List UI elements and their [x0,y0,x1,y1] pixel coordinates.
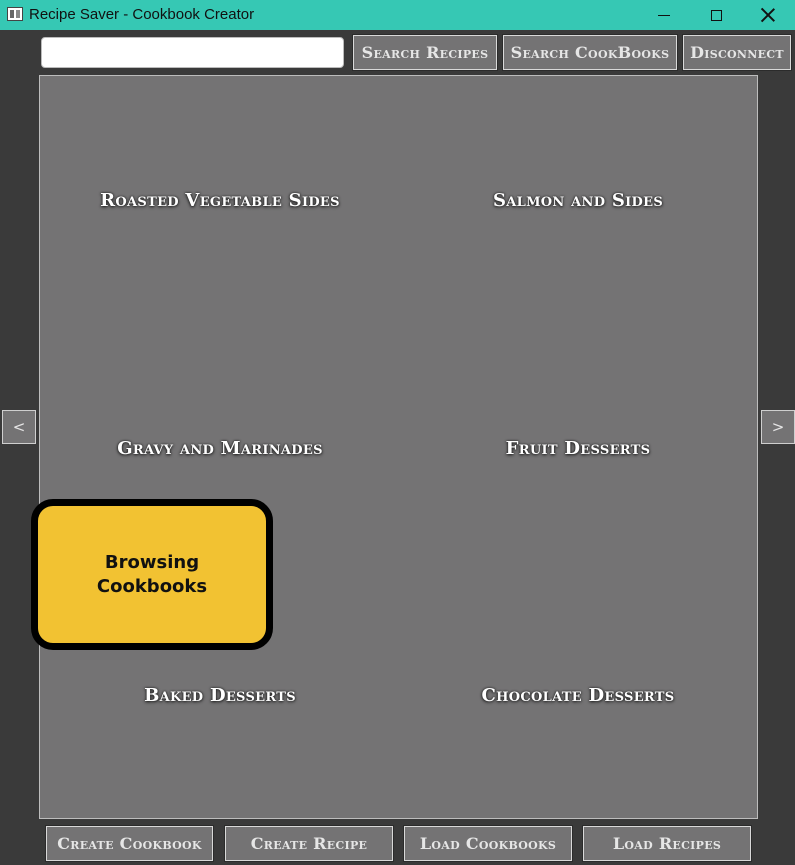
close-button[interactable] [745,0,791,30]
app-icon [7,7,23,21]
search-input[interactable] [41,37,344,68]
cookbook-item[interactable]: Roasted Vegetable Sides [70,190,370,211]
search-cookbooks-button[interactable]: Search CookBooks [502,34,678,71]
title-bar: Recipe Saver - Cookbook Creator [0,0,795,30]
window-title: Recipe Saver - Cookbook Creator [29,6,255,23]
load-recipes-button[interactable]: Load Recipes [582,825,752,862]
cookbook-item[interactable]: Baked Desserts [70,685,370,706]
cookbook-grid: Roasted Vegetable Sides Salmon and Sides… [39,75,758,819]
cookbook-item[interactable]: Salmon and Sides [428,190,728,211]
maximize-button[interactable] [693,0,739,30]
cookbook-item[interactable]: Chocolate Desserts [428,685,728,706]
minimize-icon [658,14,670,16]
disconnect-button[interactable]: Disconnect [682,34,792,71]
cookbook-item[interactable]: Fruit Desserts [428,438,728,459]
minimize-button[interactable] [641,0,687,30]
next-page-button[interactable]: > [761,410,795,444]
maximize-icon [710,9,722,21]
create-cookbook-button[interactable]: Create Cookbook [45,825,214,862]
cookbook-item[interactable]: Gravy and Marinades [70,438,370,459]
search-recipes-button[interactable]: Search Recipes [352,34,498,71]
load-cookbooks-button[interactable]: Load Cookbooks [403,825,573,862]
status-text: Browsing Cookbooks [96,551,208,597]
status-toast: Browsing Cookbooks [31,499,273,650]
close-icon [761,8,775,22]
previous-page-button[interactable]: < [2,410,36,444]
create-recipe-button[interactable]: Create Recipe [224,825,394,862]
